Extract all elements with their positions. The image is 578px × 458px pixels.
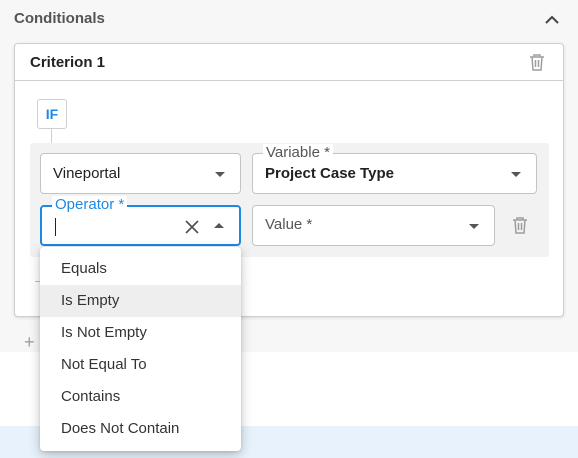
option-does-not-contain[interactable]: Does Not Contain bbox=[40, 413, 241, 445]
section-title: Conditionals bbox=[14, 10, 105, 27]
delete-condition-button[interactable] bbox=[510, 215, 532, 237]
option-not-equal-to[interactable]: Not Equal To bbox=[40, 349, 241, 381]
value-placeholder: Value * bbox=[265, 216, 313, 233]
criterion-title: Criterion 1 bbox=[30, 54, 106, 71]
option-is-not-empty[interactable]: Is Not Empty bbox=[40, 317, 241, 349]
add-condition-icon[interactable]: + bbox=[24, 333, 35, 351]
operator-select[interactable]: Operator * bbox=[40, 196, 241, 246]
collapse-button[interactable] bbox=[540, 8, 564, 30]
criterion-header: Criterion 1 bbox=[15, 44, 563, 81]
trash-icon bbox=[513, 217, 527, 234]
option-is-empty[interactable]: Is Empty bbox=[40, 285, 241, 317]
operator-dropdown-menu: Equals Is Empty Is Not Empty Not Equal T… bbox=[40, 247, 241, 451]
variable-value: Project Case Type bbox=[265, 165, 394, 182]
chevron-up-icon bbox=[545, 15, 559, 24]
dropdown-arrow-icon bbox=[469, 224, 479, 229]
connector-line bbox=[51, 129, 52, 143]
trash-icon bbox=[530, 54, 544, 71]
variable-select[interactable]: Variable * Project Case Type bbox=[252, 144, 537, 194]
value-select[interactable]: Value * bbox=[252, 205, 495, 246]
dropdown-arrow-icon bbox=[215, 172, 225, 177]
variable-label: Variable * bbox=[263, 144, 333, 162]
clear-icon[interactable] bbox=[184, 219, 200, 235]
operator-label: Operator * bbox=[52, 196, 128, 214]
text-cursor bbox=[55, 218, 56, 236]
source-select[interactable]: Vineportal bbox=[40, 153, 241, 194]
if-badge: IF bbox=[37, 99, 67, 129]
option-equals[interactable]: Equals bbox=[40, 253, 241, 285]
delete-criterion-button[interactable] bbox=[527, 52, 547, 72]
source-value: Vineportal bbox=[53, 165, 121, 182]
dropdown-arrow-up-icon[interactable] bbox=[214, 223, 224, 228]
option-contains[interactable]: Contains bbox=[40, 381, 241, 413]
dropdown-arrow-icon bbox=[511, 172, 521, 177]
